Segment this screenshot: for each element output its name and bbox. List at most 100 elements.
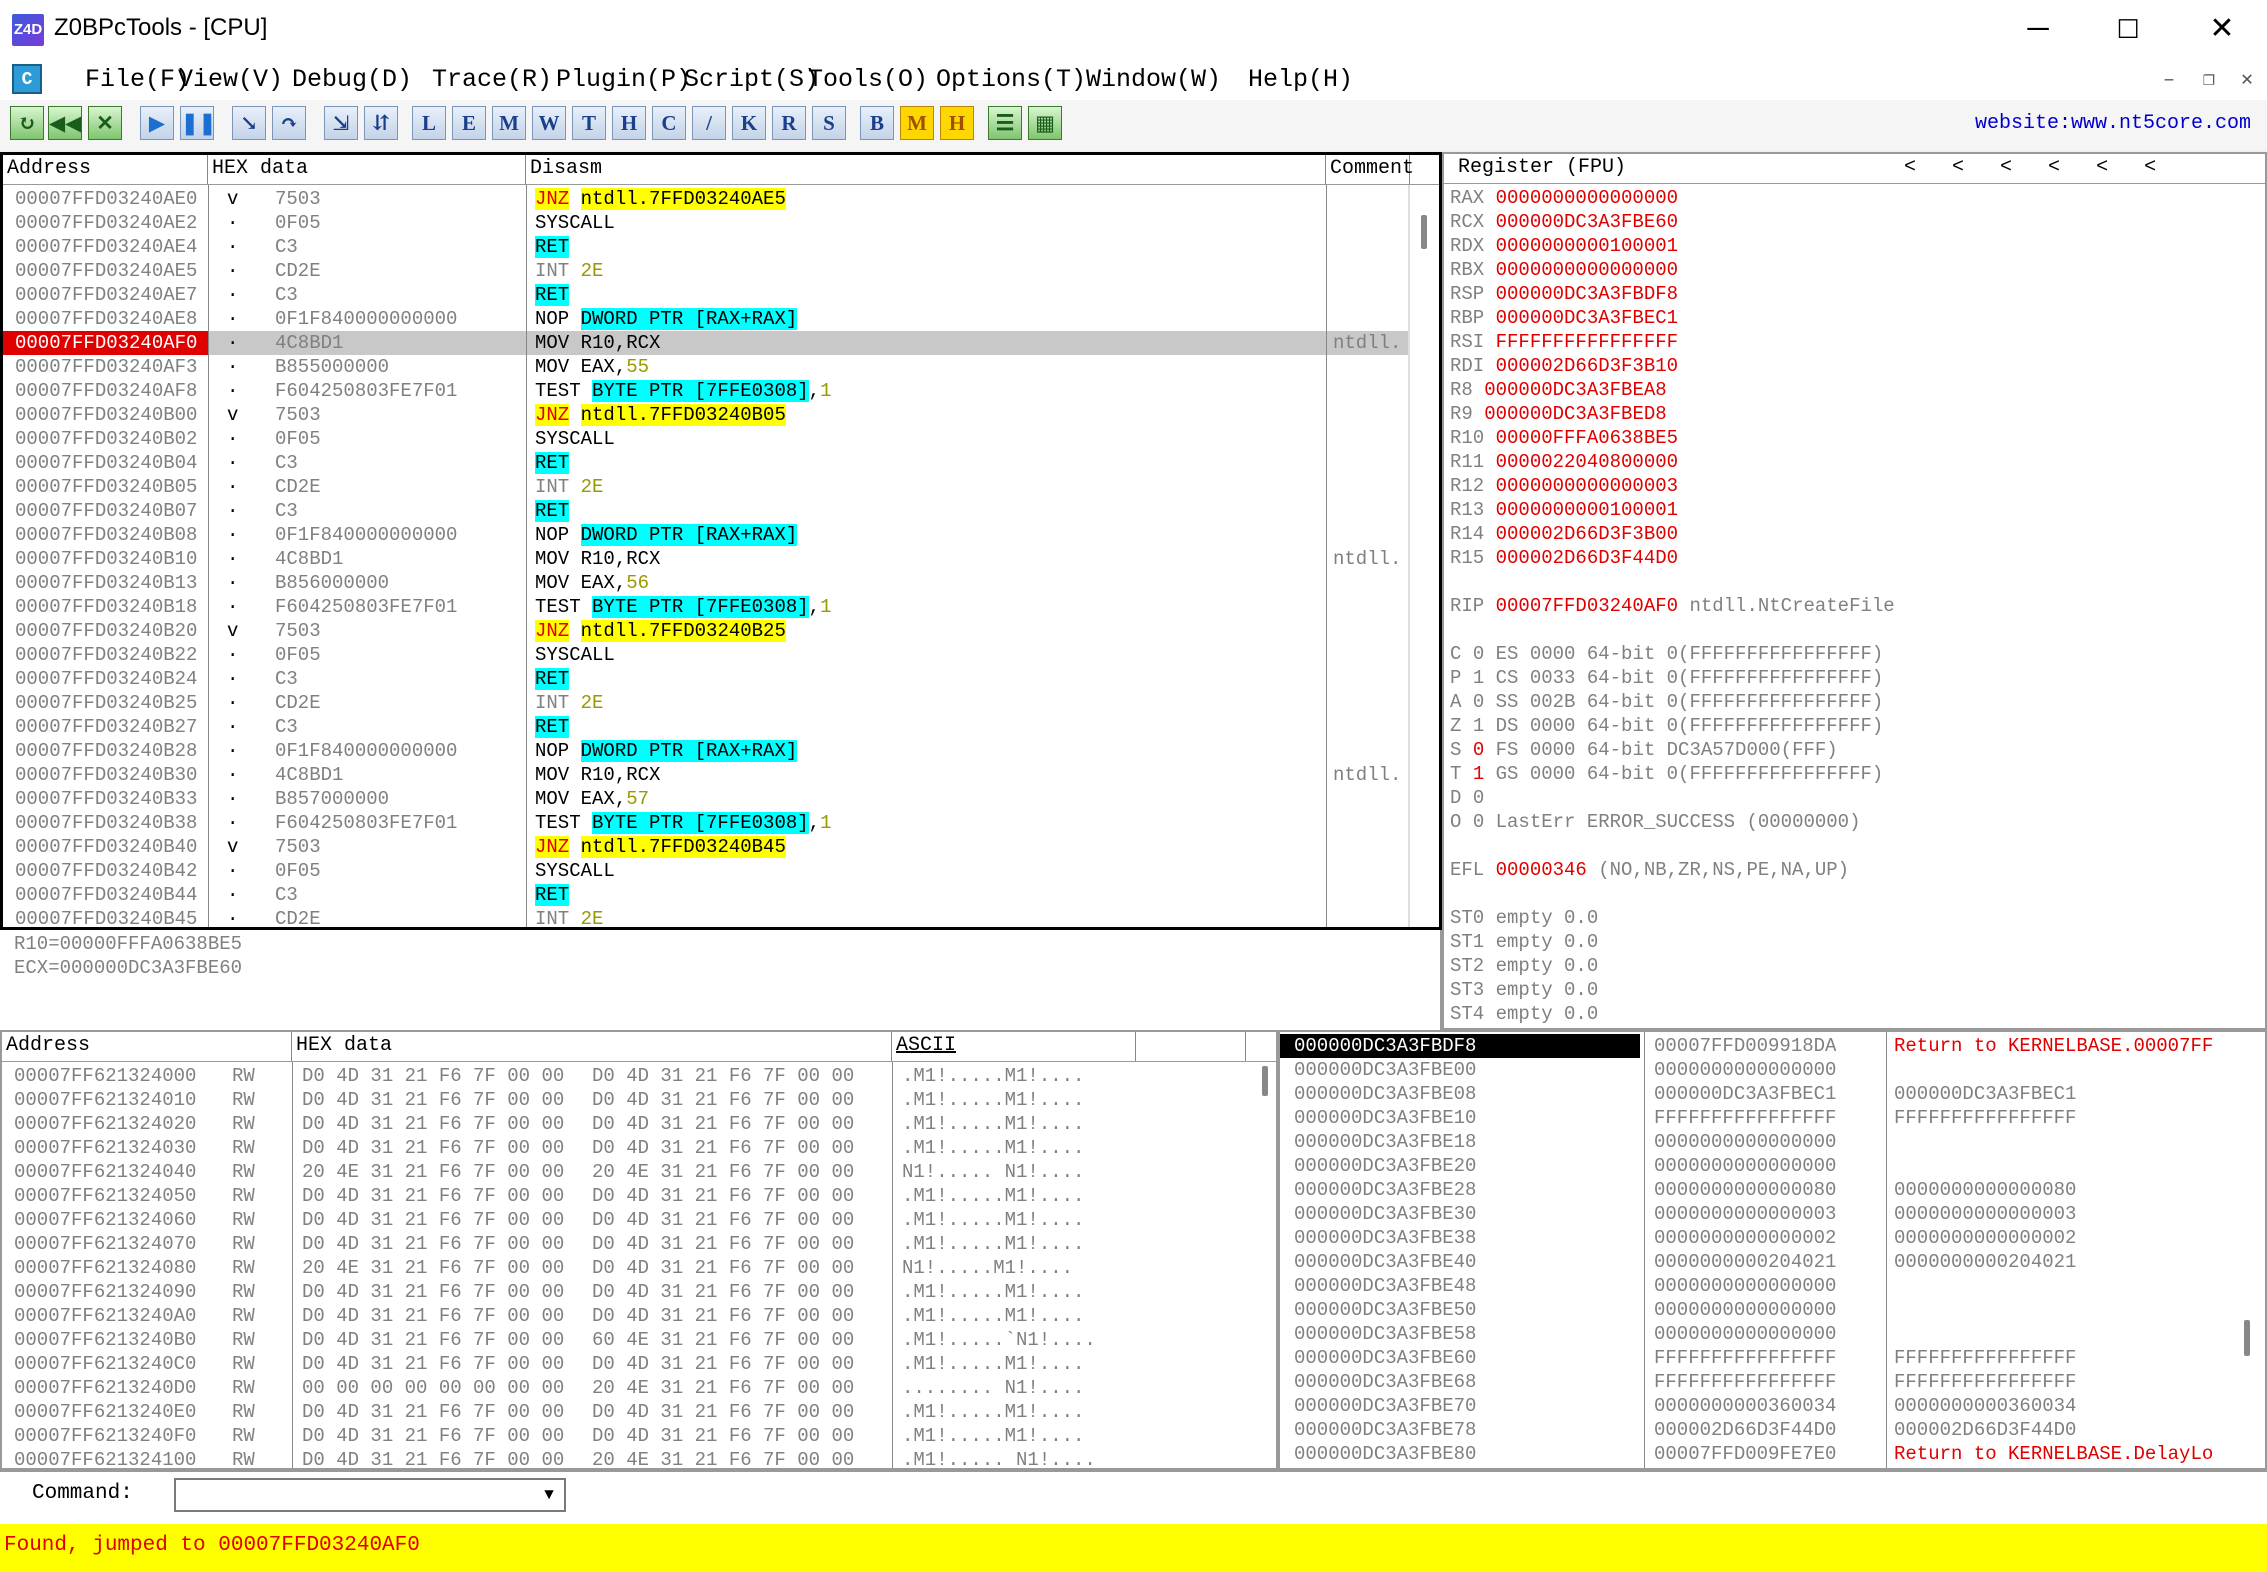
disasm-row[interactable]: 00007FFD03240AE2 · 0F05 SYSCALL [3, 211, 1408, 235]
nav-arrow[interactable]: < [1952, 156, 2000, 179]
dump-row[interactable]: 00007FF6213240C0 RW D0 4D 31 21 F6 7F 00 0… [2, 1352, 1252, 1376]
toolbar-button-r[interactable]: R [772, 106, 806, 140]
disasm-row[interactable]: 00007FFD03240B24 · C3 RET [3, 667, 1408, 691]
disasm-row[interactable]: 00007FFD03240B07 · C3 RET [3, 499, 1408, 523]
column-address[interactable]: Address [3, 155, 208, 184]
dump-row[interactable]: 00007FF621324020 RW D0 4D 31 21 F6 7F 00 0… [2, 1112, 1252, 1136]
website-link[interactable]: website:www.nt5core.com [1975, 112, 2251, 135]
disasm-row[interactable]: 00007FFD03240B42 · 0F05 SYSCALL [3, 859, 1408, 883]
menu-file[interactable]: File(F) [85, 64, 190, 96]
dump-column-hex[interactable]: HEX data [292, 1032, 892, 1061]
toolbar-button-w[interactable]: W [532, 106, 566, 140]
disasm-row[interactable]: 00007FFD03240AE7 · C3 RET [3, 283, 1408, 307]
menu-plugin[interactable]: Plugin(P) [556, 64, 691, 96]
disasm-row[interactable]: 00007FFD03240B30 · 4C8BD1 MOV R10,RCX ntdll. [3, 763, 1408, 787]
toolbar-button-m2[interactable]: M [900, 106, 934, 140]
stack-row[interactable]: 000000DC3A3FBE80 00007FFD009FE7E0 Return t… [1280, 1442, 2240, 1466]
step-over-icon[interactable]: ↷ [272, 106, 306, 140]
disasm-row[interactable]: 00007FFD03240B25 · CD2E INT 2E [3, 691, 1408, 715]
stack-row[interactable]: 000000DC3A3FBE10 FFFFFFFFFFFFFFFF FFFFFFFF… [1280, 1106, 2240, 1130]
menu-trace[interactable]: Trace(R) [432, 64, 552, 96]
disasm-row[interactable]: 00007FFD03240B45 · CD2E INT 2E [3, 907, 1408, 931]
toolbar-button-t[interactable]: T [572, 106, 606, 140]
open-icon[interactable]: ↻ [10, 106, 44, 140]
dump-row[interactable]: 00007FF621324100 RW D0 4D 31 21 F6 7F 00 0… [2, 1448, 1252, 1472]
stack-row[interactable]: 000000DC3A3FBE70 0000000000360034 00000000… [1280, 1394, 2240, 1418]
pause-icon[interactable]: ❚❚ [180, 106, 216, 140]
toolbar-button-k[interactable]: K [732, 106, 766, 140]
dump-column-address[interactable]: Address [2, 1032, 292, 1061]
toolbar-button-h2[interactable]: H [940, 106, 974, 140]
disasm-row[interactable]: 00007FFD03240B33 · B857000000 MOV EAX,57 [3, 787, 1408, 811]
disasm-row[interactable]: 00007FFD03240B04 · C3 RET [3, 451, 1408, 475]
restart-icon[interactable]: ◀◀ [48, 106, 82, 140]
trace-into-icon[interactable]: ⇲ [324, 106, 358, 140]
toolbar-button-l[interactable]: L [412, 106, 446, 140]
toolbar-button-slash[interactable]: / [692, 106, 726, 140]
menu-help[interactable]: Help(H) [1248, 64, 1353, 96]
disasm-row[interactable]: 00007FFD03240AE8 · 0F1F840000000000 NOP DWO… [3, 307, 1408, 331]
stack-row[interactable]: 000000DC3A3FBE18 0000000000000000 [1280, 1130, 2240, 1154]
close-window-button[interactable]: ✕ [2177, 0, 2267, 60]
toolbar-button-m[interactable]: M [492, 106, 526, 140]
maximize-button[interactable]: ☐ [2083, 0, 2173, 60]
mdi-restore-button[interactable]: ❐ [2192, 66, 2226, 96]
register-nav-arrows[interactable]: <<<<<< [1904, 154, 2192, 182]
stack-row[interactable]: 000000DC3A3FBE40 0000000000204021 00000000… [1280, 1250, 2240, 1274]
run-icon[interactable]: ▶ [140, 106, 174, 140]
stack-row[interactable]: 000000DC3A3FBE28 0000000000000080 00000000… [1280, 1178, 2240, 1202]
toolbar-button-e[interactable]: E [452, 106, 486, 140]
disassembly-scrollbar[interactable] [1421, 215, 1427, 249]
toolbar-button-b[interactable]: B [860, 106, 894, 140]
trace-over-icon[interactable]: ⇵ [364, 106, 398, 140]
disasm-row[interactable]: 00007FFD03240B20 v 7503 JNZ ntdll.7FFD03240… [3, 619, 1408, 643]
stack-scrollbar[interactable] [2244, 1320, 2250, 1356]
dump-row[interactable]: 00007FF6213240B0 RW D0 4D 31 21 F6 7F 00 0… [2, 1328, 1252, 1352]
step-into-icon[interactable]: ↘ [232, 106, 266, 140]
disasm-row[interactable]: 00007FFD03240B10 · 4C8BD1 MOV R10,RCX ntdll. [3, 547, 1408, 571]
disasm-row[interactable]: 00007FFD03240B13 · B856000000 MOV EAX,56 [3, 571, 1408, 595]
cpu-window-icon[interactable]: C [12, 64, 42, 94]
disasm-row[interactable]: 00007FFD03240AF8 · F604250803FE7F01 TEST BY… [3, 379, 1408, 403]
dump-row[interactable]: 00007FF621324000 RW D0 4D 31 21 F6 7F 00 0… [2, 1064, 1252, 1088]
disasm-row[interactable]: 00007FFD03240AE5 · CD2E INT 2E [3, 259, 1408, 283]
dump-column-ascii[interactable]: ASCII [892, 1032, 1136, 1061]
dump-row[interactable]: 00007FF621324050 RW D0 4D 31 21 F6 7F 00 0… [2, 1184, 1252, 1208]
dump-row[interactable]: 00007FF621324070 RW D0 4D 31 21 F6 7F 00 0… [2, 1232, 1252, 1256]
list-icon[interactable]: ☰ [988, 106, 1022, 140]
stack-row[interactable]: 000000DC3A3FBE08 000000DC3A3FBEC1 000000DC… [1280, 1082, 2240, 1106]
dump-row[interactable]: 00007FF621324060 RW D0 4D 31 21 F6 7F 00 0… [2, 1208, 1252, 1232]
menu-debug[interactable]: Debug(D) [292, 64, 412, 96]
dump-row[interactable]: 00007FF6213240D0 RW 00 00 00 00 00 00 00 0… [2, 1376, 1252, 1400]
nav-arrow[interactable]: < [2144, 156, 2192, 179]
mdi-minimize-button[interactable]: – [2152, 66, 2186, 96]
stack-row[interactable]: 000000DC3A3FBDF8 00007FFD009918DA Return t… [1280, 1034, 2240, 1058]
dump-row[interactable]: 00007FF621324090 RW D0 4D 31 21 F6 7F 00 0… [2, 1280, 1252, 1304]
stack-row[interactable]: 000000DC3A3FBE78 000002D66D3F44D0 000002D6… [1280, 1418, 2240, 1442]
disasm-row[interactable]: 00007FFD03240B27 · C3 RET [3, 715, 1408, 739]
nav-arrow[interactable]: < [2000, 156, 2048, 179]
column-comment[interactable]: Comment [1326, 155, 1414, 184]
dump-row[interactable]: 00007FF621324040 RW 20 4E 31 21 F6 7F 00 0… [2, 1160, 1252, 1184]
disasm-row[interactable]: 00007FFD03240B40 v 7503 JNZ ntdll.7FFD03240… [3, 835, 1408, 859]
menu-window[interactable]: Window(W) [1086, 64, 1221, 96]
toolbar-button-s[interactable]: S [812, 106, 846, 140]
stack-row[interactable]: 000000DC3A3FBE00 0000000000000000 [1280, 1058, 2240, 1082]
dump-row[interactable]: 00007FF621324010 RW D0 4D 31 21 F6 7F 00 0… [2, 1088, 1252, 1112]
command-input[interactable] [174, 1478, 566, 1512]
menu-view[interactable]: View(V) [178, 64, 283, 96]
grid-icon[interactable]: ▦ [1028, 106, 1062, 140]
dump-row[interactable]: 00007FF621324080 RW 20 4E 31 21 F6 7F 00 0… [2, 1256, 1252, 1280]
stack-row[interactable]: 000000DC3A3FBE60 FFFFFFFFFFFFFFFF FFFFFFFF… [1280, 1346, 2240, 1370]
nav-arrow[interactable]: < [2096, 156, 2144, 179]
dump-row[interactable]: 00007FF6213240E0 RW D0 4D 31 21 F6 7F 00 0… [2, 1400, 1252, 1424]
toolbar-button-h[interactable]: H [612, 106, 646, 140]
disasm-row[interactable]: 00007FFD03240B28 · 0F1F840000000000 NOP DWO… [3, 739, 1408, 763]
dump-row[interactable]: 00007FF621324030 RW D0 4D 31 21 F6 7F 00 0… [2, 1136, 1252, 1160]
disasm-row[interactable]: 00007FFD03240B08 · 0F1F840000000000 NOP DWO… [3, 523, 1408, 547]
column-disasm[interactable]: Disasm [526, 155, 1326, 184]
command-dropdown-icon[interactable]: ▼ [534, 1480, 564, 1510]
column-hex-data[interactable]: HEX data [208, 155, 526, 184]
disasm-row[interactable]: 00007FFD03240AF3 · B855000000 MOV EAX,55 [3, 355, 1408, 379]
disasm-row[interactable]: 00007FFD03240B18 · F604250803FE7F01 TEST BY… [3, 595, 1408, 619]
